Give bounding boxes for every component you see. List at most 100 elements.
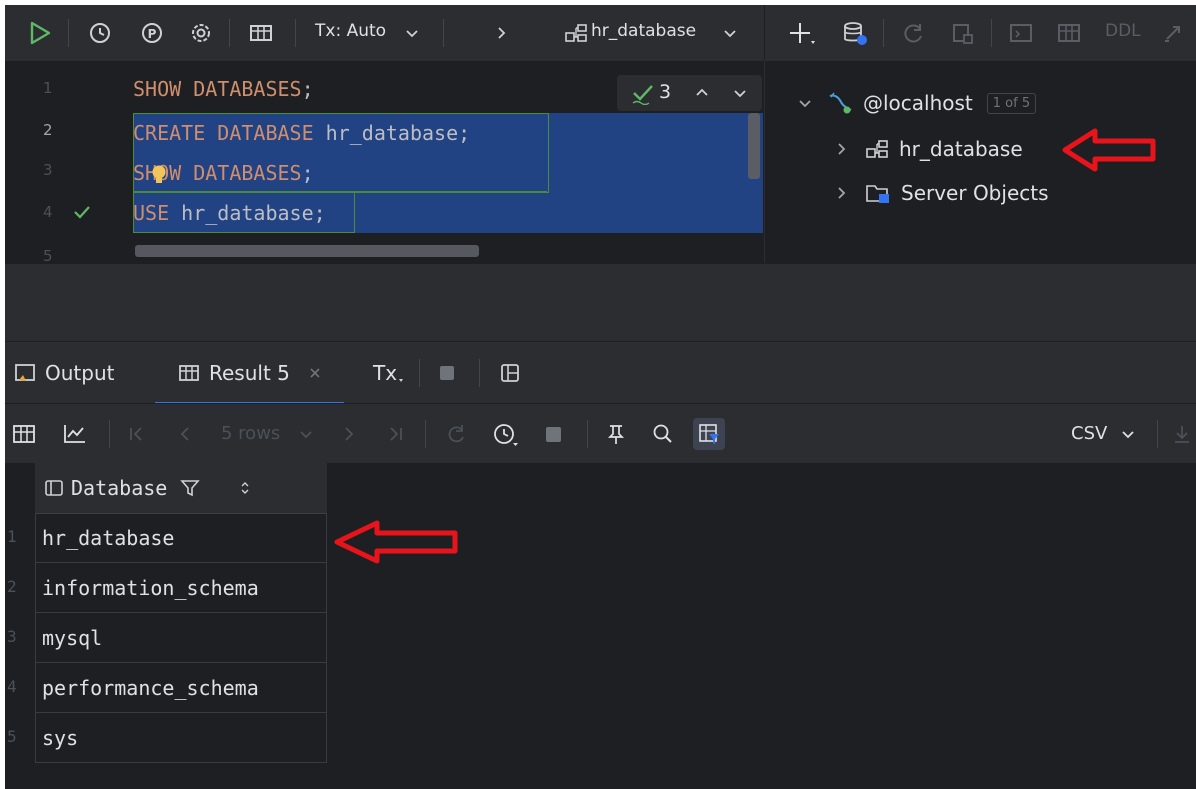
result-grid: Database 1 hr_database 2 information_sch… [5,463,1196,789]
disconnect-icon[interactable] [949,19,977,47]
search-icon[interactable] [651,422,675,446]
next-page-icon[interactable] [339,422,359,446]
table-cell[interactable]: mysql [35,613,327,663]
first-page-icon[interactable] [127,422,147,446]
chevron-down-icon[interactable] [729,81,751,105]
code-line-2: CREATE DATABASE hr_database; [133,121,471,145]
chevron-down-icon[interactable] [1119,422,1137,446]
chevron-down-icon[interactable] [297,422,315,446]
chart-view-icon[interactable] [61,422,89,446]
history-icon[interactable] [491,422,521,448]
previous-page-icon[interactable] [175,422,195,446]
table-cell[interactable]: performance_schema [35,663,327,713]
column-header-label: Database [71,476,168,500]
check-icon [71,201,93,223]
line-gutter: 1 2 3 4 5 [5,61,125,265]
column-icon [43,477,65,499]
current-database-selector[interactable]: hr_database [591,21,696,41]
filter-icon[interactable] [179,477,201,499]
line-number: 3 [43,161,53,179]
editor-empty-area [5,263,1196,342]
chevron-down-icon[interactable] [403,19,421,47]
tree-node-localhost[interactable]: @localhost 1 of 5 [797,85,1037,121]
table-cell[interactable]: hr_database [35,513,327,563]
settings-gear-icon[interactable] [188,19,214,47]
svg-text:P: P [148,27,157,41]
rows-count-dropdown[interactable]: 5 rows [221,423,280,444]
row-number: 1 [7,527,17,546]
table-view-icon[interactable] [1055,19,1083,47]
sql-editor[interactable]: 1 2 3 4 5 SHOW DATABASES; CREATE DATABAS… [5,61,764,265]
database-explorer-toolbar: DDL [764,5,1196,61]
data-source-properties-icon[interactable] [841,19,869,47]
console-icon [13,361,37,385]
schema-icon [865,137,889,161]
stop-icon[interactable] [543,422,565,446]
table-cell[interactable]: sys [35,713,327,763]
pin-icon[interactable] [605,422,627,446]
table-layout-icon[interactable] [247,19,275,47]
tab-transaction[interactable]: Tx [373,342,407,404]
tab-label: Output [45,361,115,385]
line-number: 2 [43,121,53,139]
chevron-right-icon[interactable] [835,139,849,159]
tree-label: hr_database [899,137,1023,161]
layout-icon[interactable] [499,362,521,384]
stop-icon[interactable] [437,363,457,383]
ide-window: P Tx: Auto hr_database DDL 1 2 3 4 5 SHO… [5,5,1196,789]
tree-label: Server Objects [901,181,1049,205]
annotation-arrow-icon [334,520,458,564]
database-explorer-tree: @localhost 1 of 5 hr_database Server Obj… [764,61,1196,263]
table-cell[interactable]: information_schema [35,563,327,613]
vertical-scrollbar[interactable] [748,113,760,179]
row-number: 4 [7,677,17,696]
explain-plan-icon[interactable]: P [139,19,165,47]
weak-warning-check-icon [631,81,655,105]
services-panel-tabs: Output Result 5 Tx [5,341,1196,404]
horizontal-scrollbar[interactable] [135,245,479,257]
download-icon[interactable] [1171,422,1193,446]
jump-to-console-icon[interactable] [1007,19,1035,47]
chevron-right-icon[interactable] [835,183,849,203]
line-number: 1 [43,79,53,97]
inspection-count: 3 [659,81,672,103]
chevron-up-icon[interactable] [691,81,713,105]
sort-icon[interactable] [239,478,251,498]
tree-node-server-objects[interactable]: Server Objects [835,175,1049,211]
export-format-dropdown[interactable]: CSV [1071,423,1107,444]
table-icon [177,361,201,385]
transaction-mode-dropdown[interactable]: Tx: Auto [315,21,386,41]
tree-node-hr-database[interactable]: hr_database [835,131,1023,167]
table-view-icon[interactable] [11,422,37,446]
schema-icon [563,19,589,47]
jump-to-source-icon[interactable] [1161,19,1191,47]
schema-count-badge[interactable]: 1 of 5 [986,92,1037,114]
history-icon[interactable] [87,19,113,47]
refresh-icon[interactable] [899,19,927,47]
ddl-button[interactable]: DDL [1105,21,1141,41]
host-label: @localhost [863,91,973,115]
tab-label: Result 5 [209,361,290,385]
row-number: 5 [7,727,17,746]
code-line-4: USE hr_database; [133,201,326,225]
last-page-icon[interactable] [385,422,405,446]
run-icon[interactable] [27,19,53,47]
code-line-1: SHOW DATABASES; [133,77,314,101]
row-number: 3 [7,627,17,646]
result-toolbar: 5 rows CSV [5,403,1196,464]
row-number: 2 [7,577,17,596]
tab-result-5[interactable]: Result 5 [155,342,344,404]
column-header-database[interactable]: Database [35,463,327,514]
folder-icon [865,181,891,205]
filter-toggle-icon[interactable] [693,418,725,450]
chevron-down-icon[interactable] [721,19,739,47]
chevron-right-icon[interactable] [493,19,509,47]
lightbulb-icon[interactable] [149,164,169,186]
add-icon[interactable] [787,19,817,47]
close-icon[interactable] [308,366,322,380]
annotation-arrow-icon [1062,128,1156,172]
chevron-down-icon[interactable] [797,93,813,113]
reload-icon[interactable] [443,422,469,446]
tab-output[interactable]: Output [13,342,114,404]
inspection-widget[interactable]: 3 [617,75,762,111]
